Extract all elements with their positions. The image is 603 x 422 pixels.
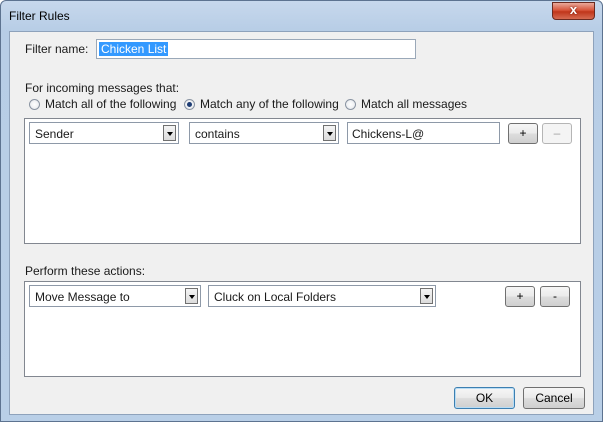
close-button[interactable]: x [552,2,595,20]
plus-icon: + [519,126,527,140]
chevron-down-icon[interactable] [323,125,336,141]
plus-icon: + [516,289,524,303]
filter-name-label-text: Filter name: [25,42,89,56]
action-type-value: Move Message to [35,290,130,304]
rule-field-value: Sender [35,127,74,141]
remove-action-button[interactable]: - [540,286,570,307]
chevron-down-icon[interactable] [163,125,176,141]
action-type-select[interactable]: Move Message to [29,285,201,307]
radio-match-all-following-label[interactable]: Match all of the following [45,97,176,111]
rule-operator-select[interactable]: contains [189,122,339,144]
actions-list[interactable]: Move Message to Cluck on Local Folders +… [24,281,581,377]
action-target-select[interactable]: Cluck on Local Folders [208,285,436,307]
ok-button[interactable]: OK [454,387,515,409]
cancel-button[interactable]: Cancel [523,387,585,409]
filter-name-label: Filter name: [25,42,88,56]
actions-label: Perform these actions: [25,264,146,278]
window-title: Filter Rules [9,9,70,23]
minus-icon: – [553,126,561,140]
ok-button-label: OK [475,391,494,405]
rule-value-text: Chickens-L@ [352,127,425,141]
rules-list[interactable]: Sender contains Chickens-L@ + – [24,118,581,244]
filter-rules-window: Filter Rules x Filter name: Chicken List… [0,0,603,422]
rule-operator-value: contains [195,127,240,141]
rule-value-input[interactable]: Chickens-L@ [347,122,500,144]
filter-name-input[interactable]: Chicken List [96,39,416,59]
add-action-button[interactable]: + [505,286,535,307]
action-target-value: Cluck on Local Folders [214,290,337,304]
rule-field-select[interactable]: Sender [29,122,179,144]
radio-match-all-messages[interactable] [345,99,356,110]
cancel-button-label: Cancel [535,391,573,405]
filter-name-value: Chicken List [99,42,169,56]
add-rule-button[interactable]: + [508,123,538,144]
radio-match-all-following[interactable] [29,99,40,110]
remove-rule-button[interactable]: – [542,123,572,144]
radio-match-any-following[interactable] [184,99,195,110]
chevron-down-icon[interactable] [185,288,198,304]
minus-icon: - [553,289,557,303]
incoming-messages-label: For incoming messages that: [25,81,180,95]
close-icon: x [569,2,578,17]
title-bar[interactable]: Filter Rules x [1,1,602,31]
chevron-down-icon[interactable] [420,288,433,304]
dialog-body: Filter name: Chicken List For incoming m… [9,31,594,415]
radio-match-any-following-label[interactable]: Match any of the following [200,97,339,111]
radio-match-all-messages-label[interactable]: Match all messages [361,97,467,111]
